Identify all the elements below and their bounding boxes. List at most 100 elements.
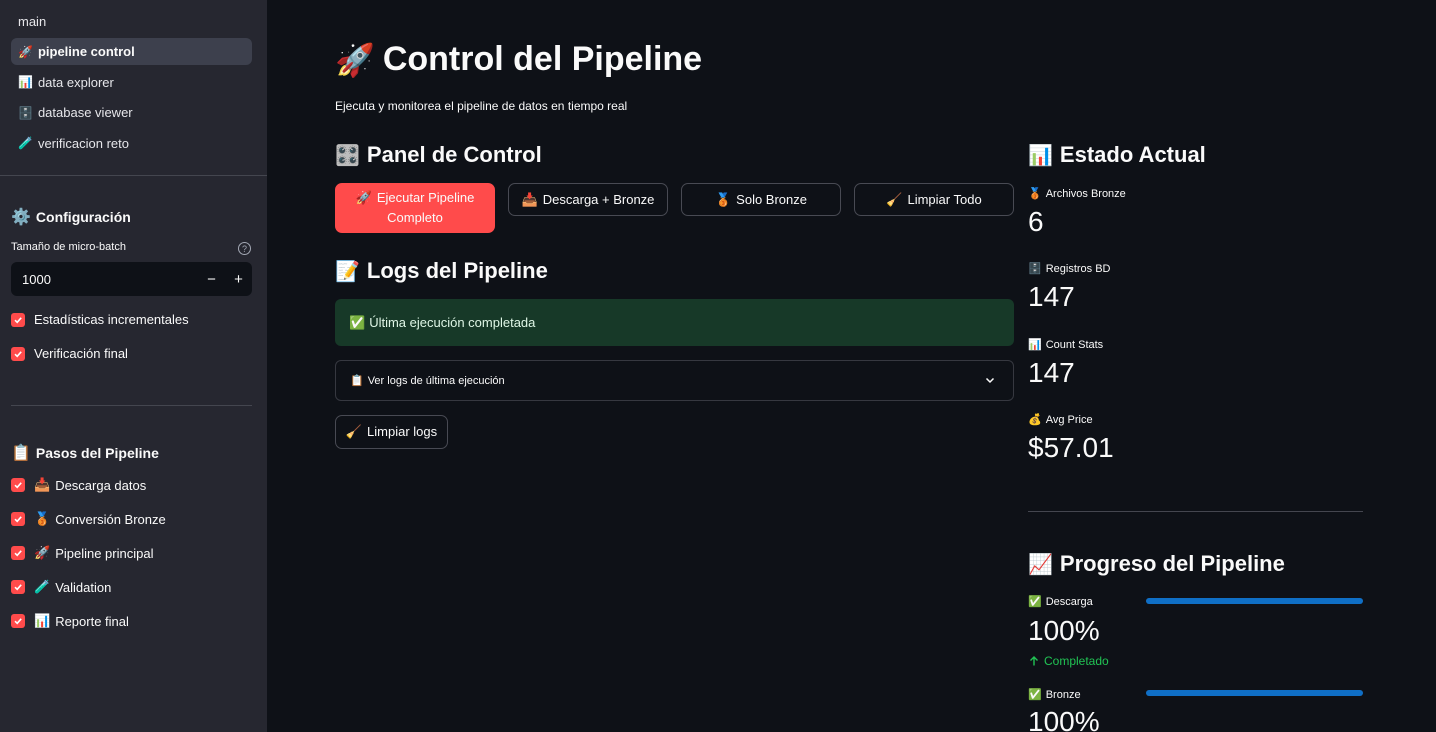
- bronze-medal-icon: 🥉: [714, 191, 732, 207]
- inbox-tray-icon: 📥: [521, 191, 538, 207]
- nav-item-main[interactable]: main: [11, 8, 252, 35]
- nav-item-data-explorer[interactable]: 📊 data explorer: [11, 69, 252, 96]
- button-label: Descarga + Bronze: [542, 191, 655, 207]
- bar-chart-icon: 📊: [1028, 144, 1053, 167]
- content-divider: [1028, 511, 1363, 512]
- bronze-medal-icon: 🥉: [1028, 188, 1042, 200]
- nav-label: data explorer: [37, 74, 114, 90]
- logs-title: 📝 Logs del Pipeline: [335, 258, 548, 284]
- control-panel-title-text: Panel de Control: [366, 142, 542, 167]
- button-label: Limpiar Todo: [907, 191, 982, 207]
- checkbox-checked-icon[interactable]: [11, 614, 25, 628]
- progress-bar-download: [1146, 598, 1363, 604]
- success-alert-text: Última ejecución completada: [369, 315, 536, 330]
- metric-value-bronze-files: 6: [1028, 206, 1044, 237]
- clipboard-icon: 📋: [350, 375, 364, 387]
- checkbox-checked-icon[interactable]: [11, 546, 25, 560]
- page-subtitle: Ejecuta y monitorea el pipeline de datos…: [335, 99, 628, 113]
- broom-icon: 🧹: [345, 424, 363, 439]
- checkbox-checked-icon[interactable]: [11, 478, 25, 492]
- config-title: ⚙️ Configuración: [11, 207, 131, 227]
- run-full-pipeline-button[interactable]: 🚀 Ejecutar Pipeline Completo: [335, 183, 495, 233]
- batch-size-value[interactable]: 1000: [11, 272, 198, 287]
- progress-label-download: ✅ Descarga: [1028, 595, 1093, 609]
- sidebar-nav: main 🚀 pipeline control 📊 data explorer …: [11, 8, 252, 160]
- page-title-text: Control del Pipeline: [382, 40, 703, 78]
- test-tube-icon: 🧪: [34, 579, 51, 594]
- logs-expander[interactable]: 📋 Ver logs de última ejecución: [335, 360, 1014, 401]
- bronze-medal-icon: 🥉: [34, 511, 51, 526]
- inbox-tray-icon: 📥: [34, 477, 51, 492]
- bronze-only-button[interactable]: 🥉 Solo Bronze: [681, 183, 841, 216]
- metric-label-count-stats: 📊 Count Stats: [1028, 338, 1104, 352]
- sidebar: main 🚀 pipeline control 📊 data explorer …: [0, 0, 267, 732]
- metric-label-avg-price: 💰 Avg Price: [1028, 413, 1093, 427]
- arrow-up-icon: [1030, 656, 1038, 666]
- metric-label-text: Count Stats: [1045, 338, 1104, 351]
- control-knobs-icon: 🎛️: [335, 144, 360, 167]
- control-panel-title: 🎛️ Panel de Control: [335, 142, 542, 168]
- batch-size-input[interactable]: 1000 − +: [11, 262, 252, 296]
- clear-logs-button[interactable]: 🧹 Limpiar logs: [335, 415, 448, 449]
- progress-label-bronze: ✅ Bronze: [1028, 688, 1081, 702]
- checkbox-step-main-pipeline[interactable]: 🚀 Pipeline principal: [11, 545, 153, 561]
- checkbox-checked-icon[interactable]: [11, 512, 25, 526]
- expander-label: Ver logs de última ejecución: [367, 374, 505, 387]
- metric-label-text: Avg Price: [1045, 413, 1093, 426]
- logs-title-text: Logs del Pipeline: [366, 258, 548, 283]
- decrement-button[interactable]: −: [198, 262, 225, 296]
- download-bronze-button[interactable]: 📥 Descarga + Bronze: [508, 183, 668, 216]
- metric-label-text: Archivos Bronze: [1045, 187, 1126, 200]
- checkbox-checked-icon[interactable]: [11, 312, 25, 327]
- nav-label: verificacion reto: [37, 135, 129, 151]
- metric-value-avg-price: $57.01: [1028, 432, 1114, 463]
- nav-item-verificacion-reto[interactable]: 🧪 verificacion reto: [11, 130, 252, 157]
- chevron-down-icon: [985, 377, 995, 384]
- progress-value-bronze: 100%: [1028, 706, 1100, 732]
- metric-label-bronze-files: 🥉 Archivos Bronze: [1028, 187, 1126, 201]
- steps-title-text: Pasos del Pipeline: [35, 445, 159, 461]
- checkbox-label: Validation: [55, 579, 112, 595]
- nav-item-database-viewer[interactable]: 🗄️ database viewer: [11, 99, 252, 126]
- checkbox-step-report[interactable]: 📊 Reporte final: [11, 613, 129, 629]
- clipboard-icon: 📋: [11, 445, 31, 462]
- progress-label-text: Bronze: [1045, 688, 1081, 701]
- checkbox-label: Pipeline principal: [55, 545, 154, 561]
- metric-value-db-records: 147: [1028, 281, 1075, 312]
- help-icon[interactable]: ?: [238, 242, 251, 255]
- steps-title: 📋 Pasos del Pipeline: [11, 443, 159, 463]
- bar-chart-icon: 📊: [18, 75, 33, 90]
- success-alert: ✅ Última ejecución completada: [335, 299, 1014, 346]
- checkbox-label: Estadísticas incrementales: [34, 312, 189, 327]
- checkbox-step-download[interactable]: 📥 Descarga datos: [11, 477, 146, 493]
- button-label: Solo Bronze: [736, 191, 807, 207]
- rocket-icon: 🚀: [355, 190, 372, 205]
- file-cabinet-icon: 🗄️: [18, 105, 33, 120]
- progress-title: 📈 Progreso del Pipeline: [1028, 551, 1285, 577]
- metric-label-text: Registros BD: [1045, 262, 1111, 275]
- nav-label: database viewer: [37, 105, 133, 121]
- checkbox-checked-icon[interactable]: [11, 346, 25, 361]
- state-title: 📊 Estado Actual: [1028, 142, 1206, 168]
- state-title-text: Estado Actual: [1059, 142, 1206, 167]
- broom-icon: 🧹: [886, 191, 903, 207]
- checkbox-step-validation[interactable]: 🧪 Validation: [11, 579, 111, 595]
- checkbox-incremental-stats[interactable]: Estadísticas incrementales: [11, 312, 189, 327]
- chart-increasing-icon: 📈: [1028, 553, 1053, 576]
- progress-title-text: Progreso del Pipeline: [1059, 551, 1285, 576]
- rocket-icon: 🚀: [34, 545, 51, 560]
- progress-label-text: Descarga: [1045, 595, 1093, 608]
- checkbox-label: Verificación final: [34, 346, 128, 361]
- checkbox-label: Descarga datos: [55, 477, 147, 493]
- checkbox-final-verification[interactable]: Verificación final: [11, 346, 128, 361]
- checkbox-step-bronze[interactable]: 🥉 Conversión Bronze: [11, 511, 166, 527]
- clear-all-button[interactable]: 🧹 Limpiar Todo: [854, 183, 1014, 216]
- page-title: 🚀 Control del Pipeline: [335, 40, 702, 79]
- delta-text: Completado: [1044, 654, 1109, 668]
- check-mark-icon: ✅: [1028, 689, 1042, 701]
- nav-item-pipeline-control[interactable]: 🚀 pipeline control: [11, 38, 252, 66]
- increment-button[interactable]: +: [225, 262, 252, 296]
- checkbox-checked-icon[interactable]: [11, 580, 25, 594]
- progress-fill: [1146, 598, 1363, 604]
- config-title-text: Configuración: [35, 209, 131, 225]
